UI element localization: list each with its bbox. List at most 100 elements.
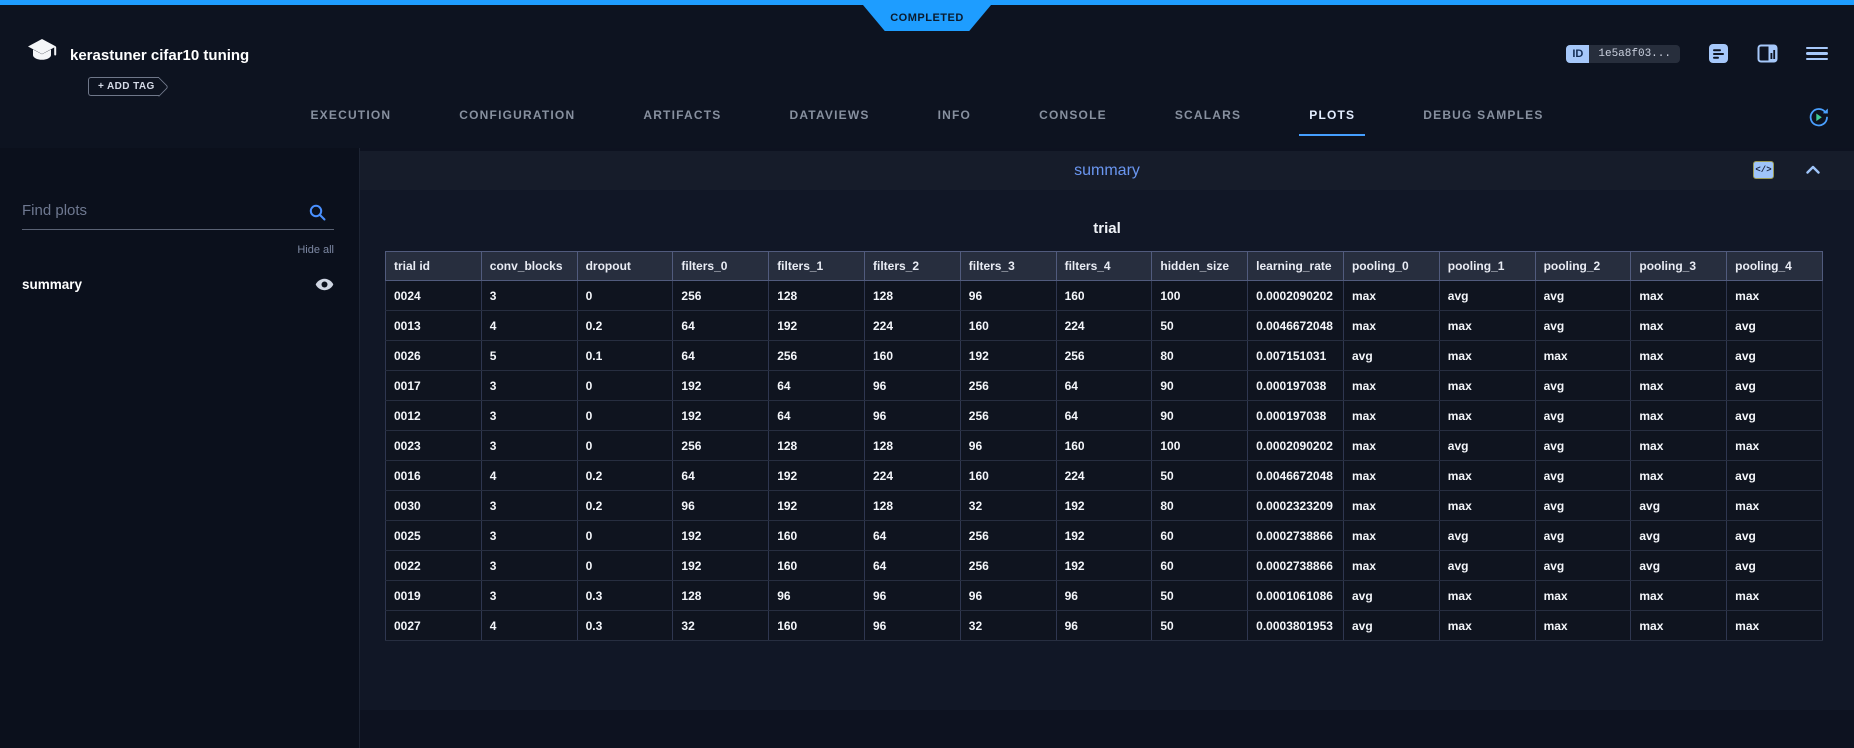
table-cell: 64	[1056, 401, 1152, 431]
table-cell: 160	[769, 521, 865, 551]
table-cell: max	[1439, 371, 1535, 401]
table-row: 002740.332160963296500.0003801953avgmaxm…	[386, 611, 1823, 641]
table-cell: max	[1439, 611, 1535, 641]
table-cell: avg	[1727, 521, 1823, 551]
table-cell: max	[1439, 341, 1535, 371]
trial-table-body: 002430256128128961601000.0002090202maxav…	[386, 281, 1823, 641]
plots-sidebar: Hide all summary	[0, 148, 360, 748]
embed-code-icon[interactable]: </>	[1753, 161, 1774, 179]
hide-all-button[interactable]: Hide all	[297, 244, 334, 256]
experiment-title: kerastuner cifar10 tuning	[70, 47, 249, 64]
table-cell: 96	[864, 371, 960, 401]
table-cell: 100	[1152, 281, 1248, 311]
id-label: ID	[1566, 45, 1589, 63]
table-cell: max	[1343, 431, 1439, 461]
tab-execution[interactable]: EXECUTION	[300, 104, 401, 136]
menu-icon[interactable]	[1806, 47, 1828, 61]
table-cell: 0.2	[577, 461, 673, 491]
table-cell: max	[1631, 281, 1727, 311]
table-cell: avg	[1535, 431, 1631, 461]
table-cell: 256	[1056, 341, 1152, 371]
column-header: trial id	[386, 252, 482, 281]
table-cell: max	[1343, 281, 1439, 311]
table-cell: 80	[1152, 341, 1248, 371]
table-row: 002650.164256160192256800.007151031avgma…	[386, 341, 1823, 371]
table-cell: 192	[673, 521, 769, 551]
tab-plots[interactable]: PLOTS	[1299, 104, 1365, 136]
plot-area: trial trial idconv_blocksdropoutfilters_…	[360, 190, 1854, 710]
column-header: filters_0	[673, 252, 769, 281]
eye-icon[interactable]	[315, 278, 334, 291]
column-header: filters_2	[864, 252, 960, 281]
tab-console[interactable]: CONSOLE	[1029, 104, 1117, 136]
table-cell: 0.0002090202	[1248, 431, 1344, 461]
id-value[interactable]: 1e5a8f03...	[1589, 45, 1680, 63]
table-cell: 160	[960, 461, 1056, 491]
table-cell: 3	[481, 551, 577, 581]
table-cell: max	[1439, 401, 1535, 431]
table-cell: max	[1631, 461, 1727, 491]
column-header: hidden_size	[1152, 252, 1248, 281]
table-cell: max	[1343, 311, 1439, 341]
table-cell: 32	[673, 611, 769, 641]
table-cell: 96	[673, 491, 769, 521]
table-cell: max	[1343, 521, 1439, 551]
table-cell: 96	[1056, 611, 1152, 641]
table-cell: 256	[960, 371, 1056, 401]
table-cell: max	[1439, 461, 1535, 491]
tab-debug-samples[interactable]: DEBUG SAMPLES	[1413, 104, 1553, 136]
tab-scalars[interactable]: SCALARS	[1165, 104, 1251, 136]
table-cell: 0.0002323209	[1248, 491, 1344, 521]
table-cell: max	[1343, 371, 1439, 401]
table-cell: 192	[769, 311, 865, 341]
table-cell: 3	[481, 521, 577, 551]
table-cell: 3	[481, 491, 577, 521]
table-cell: 192	[1056, 551, 1152, 581]
table-cell: max	[1727, 611, 1823, 641]
table-cell: 0.0002738866	[1248, 551, 1344, 581]
table-cell: 64	[673, 461, 769, 491]
tab-info[interactable]: INFO	[928, 104, 981, 136]
collapse-chevron-icon[interactable]	[1806, 165, 1820, 174]
column-header: pooling_4	[1727, 252, 1823, 281]
table-cell: 60	[1152, 521, 1248, 551]
status-badge: COMPLETED	[863, 5, 991, 31]
table-cell: max	[1631, 401, 1727, 431]
table-cell: 0.0003801953	[1248, 611, 1344, 641]
table-cell: 128	[864, 281, 960, 311]
auto-refresh-icon[interactable]	[1807, 106, 1830, 129]
table-cell: 128	[769, 431, 865, 461]
column-header: dropout	[577, 252, 673, 281]
tab-configuration[interactable]: CONFIGURATION	[449, 104, 585, 136]
add-tag-button[interactable]: + ADD TAG	[88, 77, 159, 96]
table-cell: avg	[1631, 551, 1727, 581]
table-row: 001730192649625664900.000197038maxmaxavg…	[386, 371, 1823, 401]
table-row: 00223019216064256192600.0002738866maxavg…	[386, 551, 1823, 581]
table-cell: 60	[1152, 551, 1248, 581]
table-cell: 160	[960, 311, 1056, 341]
table-cell: 0.0002090202	[1248, 281, 1344, 311]
tab-dataviews[interactable]: DATAVIEWS	[779, 104, 879, 136]
tab-artifacts[interactable]: ARTIFACTS	[633, 104, 731, 136]
plot-list-item-summary[interactable]: summary	[22, 270, 334, 298]
notes-icon[interactable]	[1708, 43, 1729, 64]
search-input[interactable]	[22, 198, 302, 229]
table-cell: max	[1535, 611, 1631, 641]
table-cell: 0023	[386, 431, 482, 461]
details-panel-icon[interactable]	[1757, 43, 1778, 64]
table-cell: 50	[1152, 581, 1248, 611]
plot-item-label: summary	[22, 277, 82, 292]
table-cell: 0.0002738866	[1248, 521, 1344, 551]
table-cell: 96	[864, 581, 960, 611]
table-cell: 0.3	[577, 611, 673, 641]
table-cell: 0027	[386, 611, 482, 641]
table-cell: 3	[481, 401, 577, 431]
search-icon[interactable]	[309, 204, 326, 221]
table-cell: 4	[481, 461, 577, 491]
table-cell: max	[1631, 581, 1727, 611]
table-cell: 96	[960, 581, 1056, 611]
table-cell: 3	[481, 581, 577, 611]
table-cell: 96	[864, 401, 960, 431]
table-cell: 256	[960, 401, 1056, 431]
table-cell: 4	[481, 311, 577, 341]
